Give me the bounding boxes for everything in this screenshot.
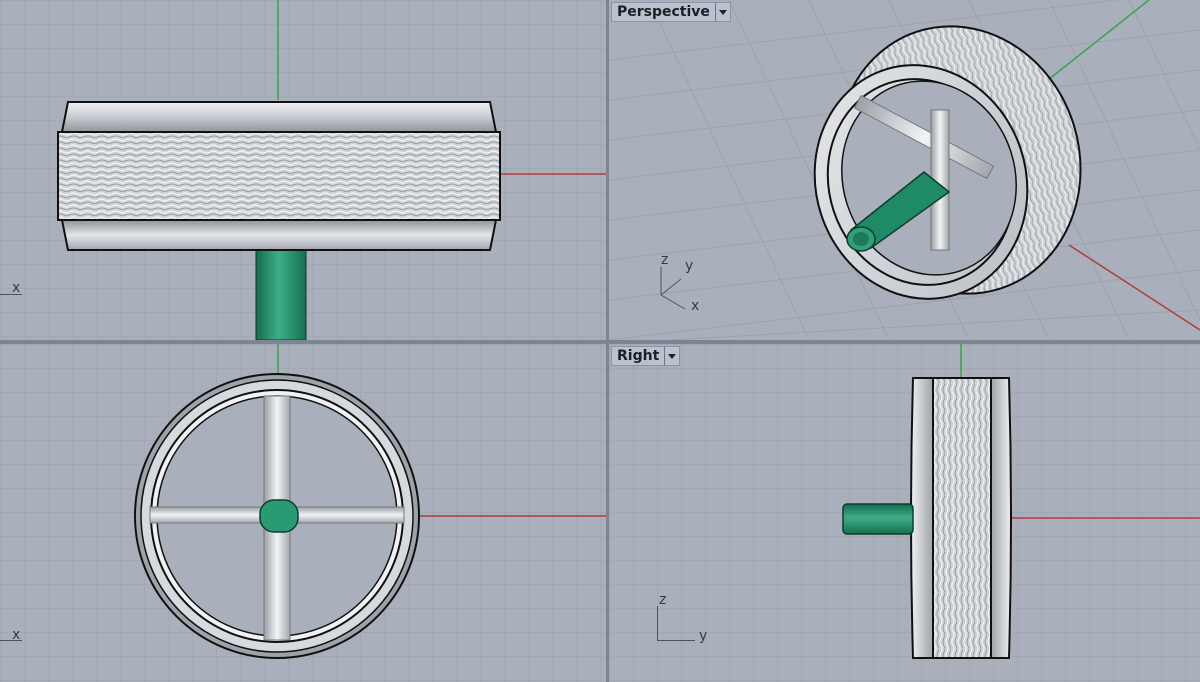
axis-label-x: x	[12, 280, 21, 296]
ring-shape[interactable]	[910, 377, 1012, 659]
axis-label-z: z	[661, 252, 669, 268]
viewport-top[interactable]: x	[0, 0, 606, 340]
rhino-four-viewport-layout: x Perspective z y x x Right z y	[0, 0, 1200, 682]
right-view-canvas[interactable]	[609, 344, 1200, 682]
axis-triad	[660, 267, 686, 310]
axis-label-z: z	[659, 592, 667, 608]
front-view-canvas[interactable]	[0, 344, 606, 682]
stem-shape[interactable]	[259, 499, 299, 533]
viewport-right[interactable]: Right z y	[609, 344, 1200, 682]
stem-shape[interactable]	[255, 249, 307, 340]
axis-label-y: y	[685, 258, 694, 274]
viewport-title-perspective[interactable]: Perspective	[611, 2, 731, 22]
viewport-title-label: Perspective	[617, 4, 710, 20]
top-view-canvas[interactable]	[0, 0, 606, 340]
chevron-down-icon[interactable]	[664, 347, 679, 365]
viewport-title-right[interactable]: Right	[611, 346, 681, 366]
viewport-front[interactable]: x	[0, 344, 606, 682]
axis-label-x: x	[12, 627, 21, 643]
axis-label-y: y	[699, 628, 708, 644]
ring-shape[interactable]	[57, 101, 501, 251]
chevron-down-icon[interactable]	[714, 3, 730, 21]
axis-label-x: x	[691, 298, 700, 314]
viewport-perspective[interactable]: Perspective z y x	[609, 0, 1200, 340]
stem-shape[interactable]	[842, 503, 914, 535]
viewport-title-label: Right	[617, 348, 660, 364]
